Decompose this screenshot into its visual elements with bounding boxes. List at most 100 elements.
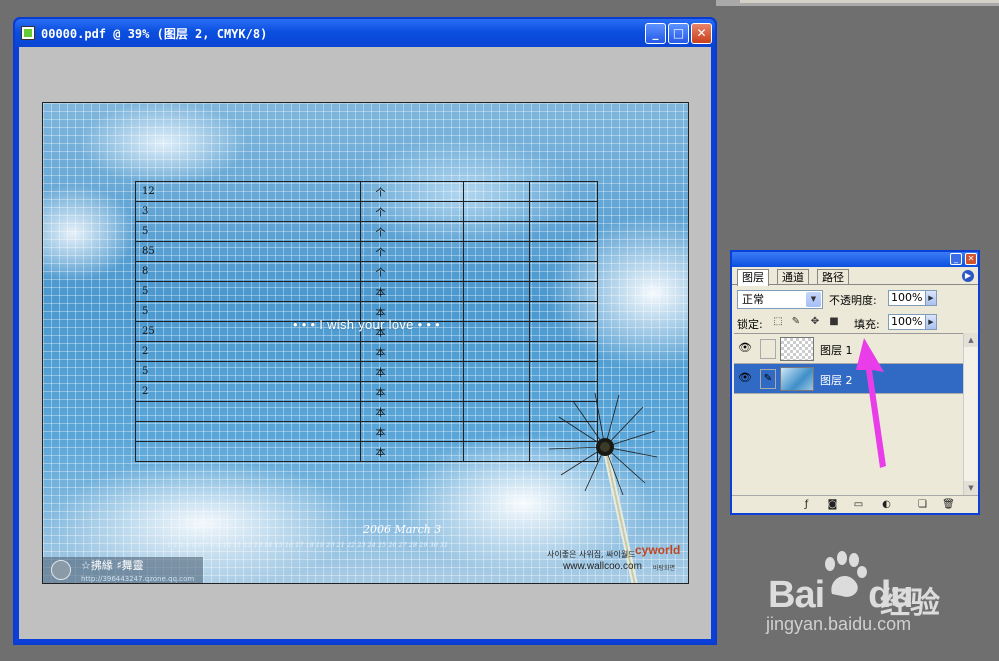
unit-cell: 个 — [360, 261, 465, 282]
adjustment-layer-icon[interactable]: ◐ — [880, 498, 893, 511]
maximize-button[interactable]: □ — [668, 23, 689, 44]
tab-channels[interactable]: 通道 — [777, 269, 809, 285]
scroll-up-icon[interactable]: ▲ — [964, 333, 978, 347]
opacity-arrow-icon[interactable]: ▶ — [925, 290, 937, 306]
top-background-strip-light — [740, 0, 999, 3]
link-cell[interactable] — [760, 339, 776, 359]
close-button[interactable]: ✕ — [691, 23, 712, 44]
palette-bottom-bar: ƒ ◙ ▭ ◐ ❏ 🗑 — [732, 495, 978, 513]
empty-cell — [529, 201, 598, 222]
empty-cell — [463, 241, 531, 262]
layer-row-2[interactable]: 👁 ✎ 图层 2 — [734, 364, 964, 394]
unit-cell: 本 — [360, 421, 465, 442]
baidu-watermark: Bai du 经验 jingyan.baidu.com — [760, 548, 990, 648]
empty-cell — [463, 381, 531, 402]
layers-list: 👁 图层 1 👁 ✎ 图层 2 — [734, 333, 964, 495]
unit-cell: 本 — [360, 281, 465, 302]
lock-label: 锁定: — [737, 318, 763, 331]
unit-cell: 个 — [360, 241, 465, 262]
empty-cell — [529, 361, 598, 382]
unit-cell: 个 — [360, 181, 465, 202]
tab-layers[interactable]: 图层 — [737, 269, 769, 286]
korean-caption: 사이좋은 사위집, 싸이월드 — [547, 550, 636, 559]
table-row: 2本 — [134, 381, 598, 402]
opacity-field[interactable]: 100% — [888, 290, 928, 306]
lock-transparent-icon[interactable]: ⬚ — [772, 316, 784, 328]
blend-mode-select[interactable]: 正常 ▼ — [737, 290, 823, 309]
avatar — [51, 560, 71, 580]
empty-cell — [463, 361, 531, 382]
eye-icon[interactable]: 👁 — [738, 342, 752, 354]
empty-cell — [529, 261, 598, 282]
table-row: 5个 — [134, 221, 598, 242]
palette-close-button[interactable]: ✕ — [965, 253, 977, 265]
document-title: 00000.pdf @ 39% (图层 2, CMYK/8) — [41, 27, 268, 41]
table-row: 85 个 — [134, 241, 598, 262]
palette-menu-arrow-icon[interactable]: ▶ — [962, 270, 974, 282]
scroll-down-icon[interactable]: ▼ — [964, 481, 978, 495]
empty-cell — [529, 181, 598, 202]
lock-move-icon[interactable]: ✥ — [809, 316, 821, 328]
empty-cell — [463, 341, 531, 362]
qty-cell: 2 — [134, 341, 362, 362]
qty-cell: 12 — [134, 181, 362, 202]
wallpaper-url-sub: 바탕화면 — [653, 565, 676, 572]
lock-paint-icon[interactable]: ✎ — [790, 316, 802, 328]
layer-style-icon[interactable]: ƒ — [800, 498, 813, 511]
qty-cell — [134, 441, 362, 462]
caption-url: http://396443247.qzone.qq.com — [81, 575, 195, 583]
layer-name: 图层 2 — [820, 374, 853, 387]
blend-mode-value: 正常 — [742, 293, 764, 306]
empty-cell — [529, 241, 598, 262]
table-row: 12 个 — [134, 181, 598, 202]
unit-cell: 个 — [360, 201, 465, 222]
layers-scrollbar[interactable]: ▲ ▼ — [963, 333, 978, 495]
wish-text: • • • I wish your love • • • — [293, 317, 440, 332]
wallpaper-url: www.wallcoo.com — [563, 561, 642, 572]
fill-field[interactable]: 100% — [888, 314, 928, 330]
qty-cell — [134, 401, 362, 422]
brush-icon[interactable]: ✎ — [760, 369, 776, 389]
opacity-label: 不透明度: — [829, 294, 877, 307]
minimize-button[interactable]: _ — [645, 23, 666, 44]
table-row: 本 — [134, 441, 598, 462]
empty-cell — [529, 301, 598, 322]
palette-titlebar[interactable]: _ ✕ — [732, 252, 978, 267]
add-mask-icon[interactable]: ◙ — [826, 498, 839, 511]
empty-cell — [529, 321, 598, 342]
layer-thumbnail — [780, 367, 814, 391]
document-titlebar[interactable]: 00000.pdf @ 39% (图层 2, CMYK/8) _ □ ✕ — [15, 19, 715, 47]
empty-cell — [463, 441, 531, 462]
chevron-down-icon: ▼ — [806, 292, 821, 307]
empty-cell — [463, 401, 531, 422]
document-icon — [21, 26, 35, 40]
palette-minimize-button[interactable]: _ — [950, 253, 962, 265]
unit-cell: 本 — [360, 341, 465, 362]
watermark-url: jingyan.baidu.com — [766, 614, 912, 634]
fill-arrow-icon[interactable]: ▶ — [925, 314, 937, 330]
qty-cell: 8 — [134, 261, 362, 282]
empty-cell — [529, 281, 598, 302]
lock-all-icon[interactable]: ■ — [828, 316, 840, 328]
empty-cell — [463, 181, 531, 202]
empty-cell — [463, 321, 531, 342]
unit-cell: 本 — [360, 361, 465, 382]
new-group-icon[interactable]: ▭ — [852, 498, 865, 511]
tab-paths[interactable]: 路径 — [817, 269, 849, 285]
empty-cell — [463, 281, 531, 302]
delete-layer-icon[interactable]: 🗑 — [942, 498, 955, 511]
unit-cell: 本 — [360, 441, 465, 462]
empty-cell — [463, 261, 531, 282]
annotation-arrow-icon — [856, 338, 886, 468]
brand-logo: cyworld — [635, 543, 681, 557]
new-layer-icon[interactable]: ❏ — [916, 498, 929, 511]
qty-cell: 2 — [134, 381, 362, 402]
qty-cell: 5 — [134, 361, 362, 382]
table-row: 3个 — [134, 201, 598, 222]
table-row: 8个 — [134, 261, 598, 282]
layer-row-1[interactable]: 👁 图层 1 — [734, 334, 964, 364]
table-row: 5本 — [134, 281, 598, 302]
canvas-image[interactable]: 12 个 3 个 5 个 85 个 8 个 5 本 5 本 25 本 2 本 5 本 2 本本本本 • • • I wis… — [42, 102, 689, 584]
eye-icon[interactable]: 👁 — [738, 372, 752, 384]
table-row: 5本 — [134, 361, 598, 382]
